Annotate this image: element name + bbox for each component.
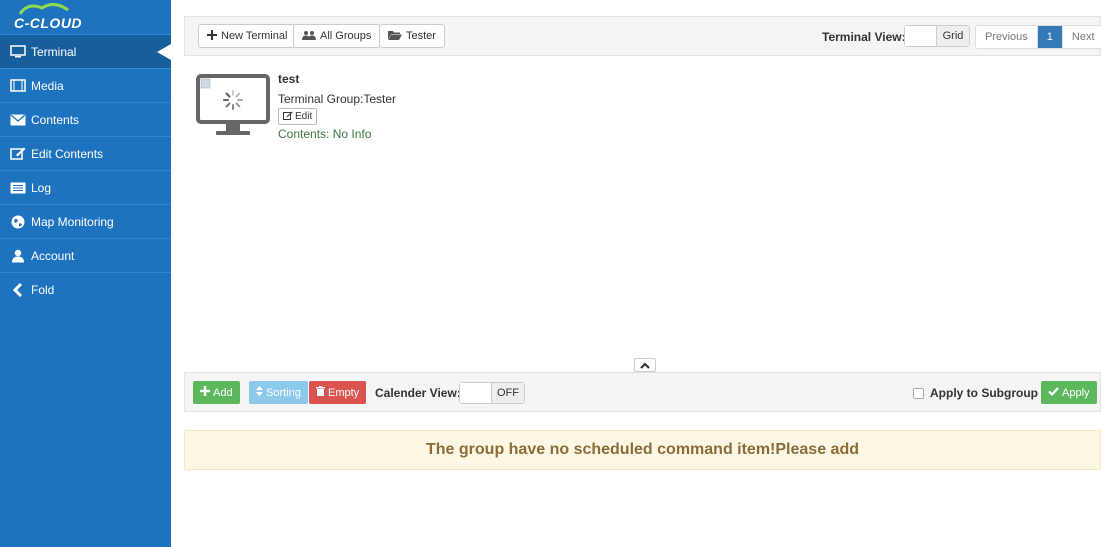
terminal-group: Terminal Group:Tester xyxy=(278,92,397,106)
terminal-thumbnail[interactable] xyxy=(196,74,272,141)
edit-icon xyxy=(283,111,293,123)
user-icon xyxy=(9,249,27,263)
command-toolbar: Add Sorting Empty Calender View: OFF App… xyxy=(184,372,1101,412)
terminal-monitor-icon xyxy=(196,74,270,135)
sort-icon xyxy=(256,386,263,399)
apply-subgroup-option[interactable]: Apply to Subgroup xyxy=(913,386,1038,400)
terminal-view-label: Terminal View: xyxy=(822,30,906,44)
calendar-switch-label: OFF xyxy=(492,383,524,403)
all-groups-button[interactable]: All Groups xyxy=(293,24,381,48)
sidebar-item-label: Contents xyxy=(31,112,80,127)
chevron-left-icon xyxy=(9,282,27,297)
pager-current-page[interactable]: 1 xyxy=(1037,26,1063,48)
sidebar-item-label: Map Monitoring xyxy=(31,214,114,229)
plus-icon xyxy=(207,29,217,43)
add-label: Add xyxy=(213,386,233,399)
all-groups-label: All Groups xyxy=(320,30,372,42)
sidebar-item-label: Fold xyxy=(31,282,55,297)
terminal-view-switch[interactable]: Grid xyxy=(904,25,970,47)
users-icon xyxy=(302,30,316,43)
envelope-icon xyxy=(9,113,27,127)
sidebar-item-edit-contents[interactable]: Edit Contents xyxy=(0,136,171,170)
sidebar-item-contents[interactable]: Contents xyxy=(0,102,171,136)
switch-knob xyxy=(905,26,937,46)
sidebar-item-label: Media xyxy=(31,78,64,93)
sidebar-item-terminal[interactable]: Terminal xyxy=(0,34,171,68)
terminal-edit-button[interactable]: Edit xyxy=(278,108,318,125)
globe-icon xyxy=(9,215,27,229)
tester-label: Tester xyxy=(406,30,436,42)
terminal-edit-label: Edit xyxy=(295,111,313,122)
check-icon xyxy=(1048,386,1059,399)
brand-logo[interactable]: C-CLOUD xyxy=(0,0,171,34)
calendar-view-label: Calender View: xyxy=(375,386,461,400)
plus-icon xyxy=(200,386,210,399)
pager-next[interactable]: Next xyxy=(1063,26,1101,48)
sidebar-item-label: Edit Contents xyxy=(31,146,104,161)
pagination: Previous 1 Next xyxy=(975,25,1101,49)
cloud-logo-icon xyxy=(18,3,69,15)
collapse-toggle-button[interactable] xyxy=(634,358,656,372)
pager-previous[interactable]: Previous xyxy=(976,26,1038,48)
terminal-card[interactable]: test Terminal Group:Tester Edit Contents… xyxy=(196,72,476,152)
folder-open-icon xyxy=(388,30,402,43)
terminal-name: test xyxy=(278,72,300,86)
new-terminal-label: New Terminal xyxy=(221,30,288,42)
sidebar-item-media[interactable]: Media xyxy=(0,68,171,102)
sorting-label: Sorting xyxy=(266,386,301,399)
sidebar-item-label: Log xyxy=(31,180,52,195)
apply-button[interactable]: Apply xyxy=(1041,381,1097,404)
tester-group-button[interactable]: Tester xyxy=(379,24,445,48)
main-content: New Terminal All Groups Tester Terminal … xyxy=(184,0,1101,547)
chevron-up-icon xyxy=(640,358,650,372)
empty-label: Empty xyxy=(328,386,360,399)
empty-button[interactable]: Empty xyxy=(309,381,367,404)
sidebar-item-map-monitoring[interactable]: Map Monitoring xyxy=(0,204,171,238)
apply-subgroup-label: Apply to Subgroup xyxy=(930,386,1038,400)
add-command-button[interactable]: Add xyxy=(193,381,240,404)
sidebar: C-CLOUD Terminal Media Contents Edit Con… xyxy=(0,0,171,547)
terminal-toolbar: New Terminal All Groups Tester Terminal … xyxy=(184,16,1101,56)
brand-name: C-CLOUD xyxy=(14,15,83,31)
sidebar-item-log[interactable]: Log xyxy=(0,170,171,204)
empty-schedule-notice: The group have no scheduled command item… xyxy=(184,430,1101,470)
sidebar-item-fold[interactable]: Fold xyxy=(0,272,171,306)
sorting-button[interactable]: Sorting xyxy=(249,381,308,404)
calendar-view-switch[interactable]: OFF xyxy=(459,382,525,404)
sidebar-item-account[interactable]: Account xyxy=(0,238,171,272)
new-terminal-button[interactable]: New Terminal xyxy=(198,24,297,48)
terminal-contents-status: Contents: No Info xyxy=(278,127,372,141)
monitor-icon xyxy=(9,45,27,59)
list-icon xyxy=(9,181,27,195)
sidebar-item-label: Terminal xyxy=(31,44,77,59)
edit-icon xyxy=(9,147,27,161)
apply-subgroup-checkbox[interactable] xyxy=(913,387,924,399)
terminal-view-switch-label: Grid xyxy=(937,26,969,46)
switch-knob xyxy=(460,383,492,403)
apply-label: Apply xyxy=(1062,386,1090,399)
film-icon xyxy=(9,79,27,93)
sidebar-item-label: Account xyxy=(31,248,75,263)
trash-icon xyxy=(316,386,325,399)
